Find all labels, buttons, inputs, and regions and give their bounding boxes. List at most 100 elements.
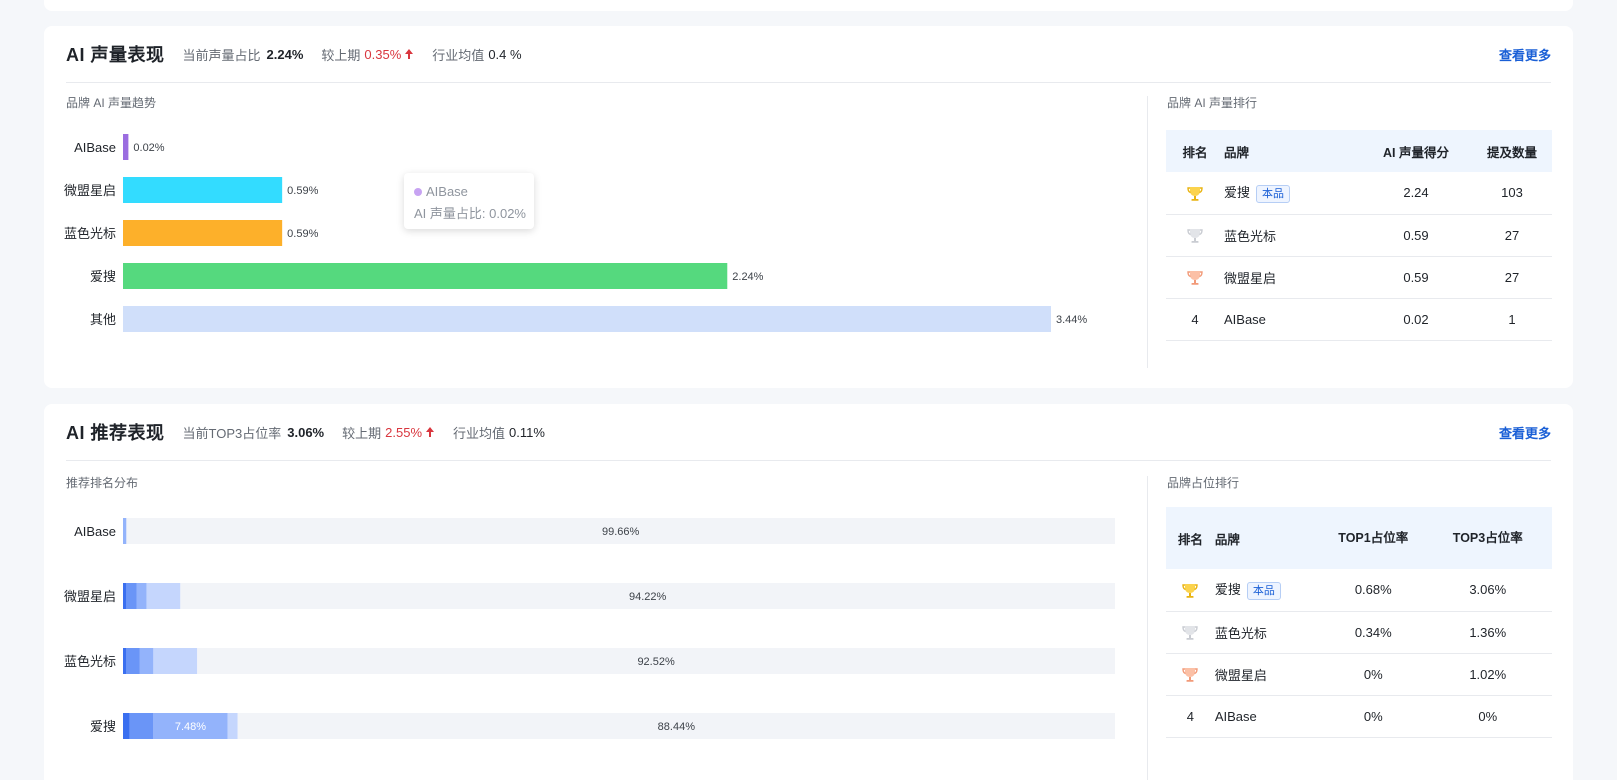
ai-recommend-header: AI 推荐表现 当前TOP3占位率 3.06% 较上期 2.55% 行业均值 0… — [66, 404, 1551, 461]
stack-segment[interactable] — [146, 583, 181, 609]
table-row[interactable]: 蓝色光标 0.59 27 — [1166, 214, 1552, 257]
stack-segment[interactable] — [123, 583, 127, 609]
bar-value-label: 2.24% — [732, 271, 763, 283]
stack-segment[interactable] — [129, 713, 154, 739]
category-label: AIBase — [74, 524, 116, 539]
stack-segment[interactable] — [123, 713, 130, 739]
rank-cell: 4 — [1166, 695, 1215, 738]
stack-segment[interactable] — [139, 648, 154, 674]
segment-value-label: 88.44% — [658, 721, 696, 733]
col-brand: 品牌 — [1224, 130, 1360, 172]
brand-cell: AIBase — [1214, 695, 1324, 738]
stack-segment[interactable] — [227, 713, 238, 739]
brand-cell: 微盟星启 — [1224, 256, 1360, 299]
ai-voice-header: AI 声量表现 当前声量占比 2.24% 较上期 0.35% 行业均值 0.4 … — [66, 26, 1551, 83]
table-row[interactable]: 爱搜 本品 0.68% 3.06% — [1166, 569, 1552, 612]
bar[interactable] — [123, 134, 129, 160]
bar[interactable] — [123, 263, 728, 289]
brand-cell: 微盟星启 — [1214, 653, 1324, 696]
bar[interactable] — [123, 177, 283, 203]
stack-segment[interactable] — [126, 583, 137, 609]
top1-cell: 0% — [1323, 695, 1424, 738]
ai-recommend-title: AI 推荐表现 — [66, 423, 165, 443]
trophy-bronze-icon — [1182, 668, 1199, 682]
bar[interactable] — [123, 306, 1051, 332]
brand-name: 爱搜 — [1224, 185, 1251, 201]
own-brand-badge: 本品 — [1256, 185, 1291, 204]
rank-cell — [1166, 214, 1224, 257]
category-label: 蓝色光标 — [64, 226, 116, 241]
table-row[interactable]: 微盟星启 0.59 27 — [1166, 256, 1552, 299]
count-cell: 27 — [1472, 214, 1552, 257]
table-row[interactable]: 蓝色光标 0.34% 1.36% — [1166, 611, 1552, 654]
count-cell: 103 — [1472, 172, 1552, 215]
rec-period-change-label: 较上期 — [342, 425, 382, 441]
rec-industry-avg-metric: 行业均值 0.11% — [453, 423, 545, 442]
industry-avg-value: 0.4 % — [488, 46, 522, 62]
brand-cell: AIBase — [1224, 298, 1360, 341]
rank-cell — [1166, 172, 1224, 215]
category-label: 微盟星启 — [64, 589, 116, 604]
voice-bar-chart: AIBase 0.02% 微盟星启 0.59% 蓝色光标 0.59% 爱搜 2.24% 其他 3.… — [64, 134, 1087, 332]
col-count: 提及数量 — [1472, 130, 1552, 172]
top3-rate-value: 3.06% — [287, 424, 325, 440]
ai-recommend-card: AI 推荐表现 当前TOP3占位率 3.06% 较上期 2.55% 行业均值 0… — [44, 404, 1573, 780]
table-row[interactable]: 爱搜 本品 2.24 103 — [1166, 172, 1552, 215]
col-brand: 品牌 — [1214, 507, 1324, 569]
brand-cell: 爱搜 本品 — [1214, 569, 1324, 612]
col-top3-rate: TOP3占位率 — [1423, 507, 1552, 569]
top3-rate-metric: 当前TOP3占位率 3.06% — [183, 423, 325, 442]
table-row[interactable]: 4 AIBase 0% 0% — [1166, 695, 1552, 738]
trophy-bronze-icon — [1187, 271, 1203, 285]
top1-cell: 0% — [1323, 653, 1424, 696]
bar-value-label: 0.02% — [133, 142, 164, 154]
rec-period-change-value: 2.55% — [385, 424, 423, 440]
arrow-up-icon — [426, 427, 435, 437]
rank-cell — [1166, 569, 1215, 612]
brand-cell: 爱搜 本品 — [1224, 172, 1360, 215]
stack-segment[interactable] — [153, 648, 198, 674]
trophy-gold-icon — [1187, 186, 1203, 201]
chart-tooltip: AIBase AI 声量占比: 0.02% — [404, 173, 534, 229]
period-change-label: 较上期 — [321, 47, 361, 63]
rank-cell — [1166, 653, 1215, 696]
bar-value-label: 0.59% — [287, 228, 318, 240]
rank-cell — [1166, 611, 1215, 654]
col-rank: 排名 — [1166, 130, 1224, 172]
view-more-link[interactable]: 查看更多 — [1499, 423, 1551, 442]
brand-cell: 蓝色光标 — [1214, 611, 1324, 654]
stack-segment[interactable] — [123, 648, 127, 674]
previous-card-bottom — [44, 0, 1573, 11]
stack-segment[interactable] — [123, 518, 127, 544]
ai-voice-card: AI 声量表现 当前声量占比 2.24% 较上期 0.35% 行业均值 0.4 … — [44, 26, 1573, 388]
top1-cell: 0.68% — [1323, 569, 1424, 612]
voice-rank-table: 排名 品牌 AI 声量得分 提及数量 爱搜 本品 2.24 103 蓝色光标 0.59 27… — [1166, 130, 1552, 341]
stack-segment[interactable] — [126, 648, 140, 674]
current-share-label: 当前声量占比 — [182, 47, 261, 63]
period-change-value: 0.35% — [364, 46, 402, 62]
distribution-section-label: 推荐排名分布 — [66, 476, 139, 490]
segment-value-label: 7.48% — [175, 721, 206, 733]
rec-industry-avg-value: 0.11% — [509, 424, 545, 440]
brand-name: AIBase — [1224, 311, 1266, 327]
score-cell: 0.59 — [1360, 256, 1472, 299]
top3-rate-label: 当前TOP3占位率 — [182, 425, 282, 441]
arrow-up-icon — [405, 49, 414, 59]
current-share-metric: 当前声量占比 2.24% — [183, 45, 304, 64]
rank-section-label: 品牌 AI 声量排行 — [1167, 96, 1258, 110]
table-row[interactable]: 微盟星启 0% 1.02% — [1166, 653, 1552, 696]
tooltip-dot-icon — [414, 187, 422, 196]
table-row[interactable]: 4 AIBase 0.02 1 — [1166, 298, 1552, 341]
top3-cell: 1.36% — [1423, 611, 1552, 654]
vertical-divider — [1147, 96, 1148, 368]
recommend-stacked-chart: AIBase 99.66% 微盟星启 94.22% 蓝色光标 92.52% 爱搜 7.48% 8… — [64, 518, 1116, 739]
brand-name: 蓝色光标 — [1214, 625, 1267, 641]
bar[interactable] — [123, 220, 283, 246]
brand-cell: 蓝色光标 — [1224, 214, 1360, 257]
category-label: 其他 — [90, 312, 116, 327]
rank-cell — [1166, 256, 1224, 299]
top3-cell: 3.06% — [1423, 569, 1552, 612]
view-more-link[interactable]: 查看更多 — [1499, 45, 1551, 64]
rec-industry-avg-label: 行业均值 — [453, 425, 506, 441]
stack-segment[interactable] — [136, 583, 147, 609]
